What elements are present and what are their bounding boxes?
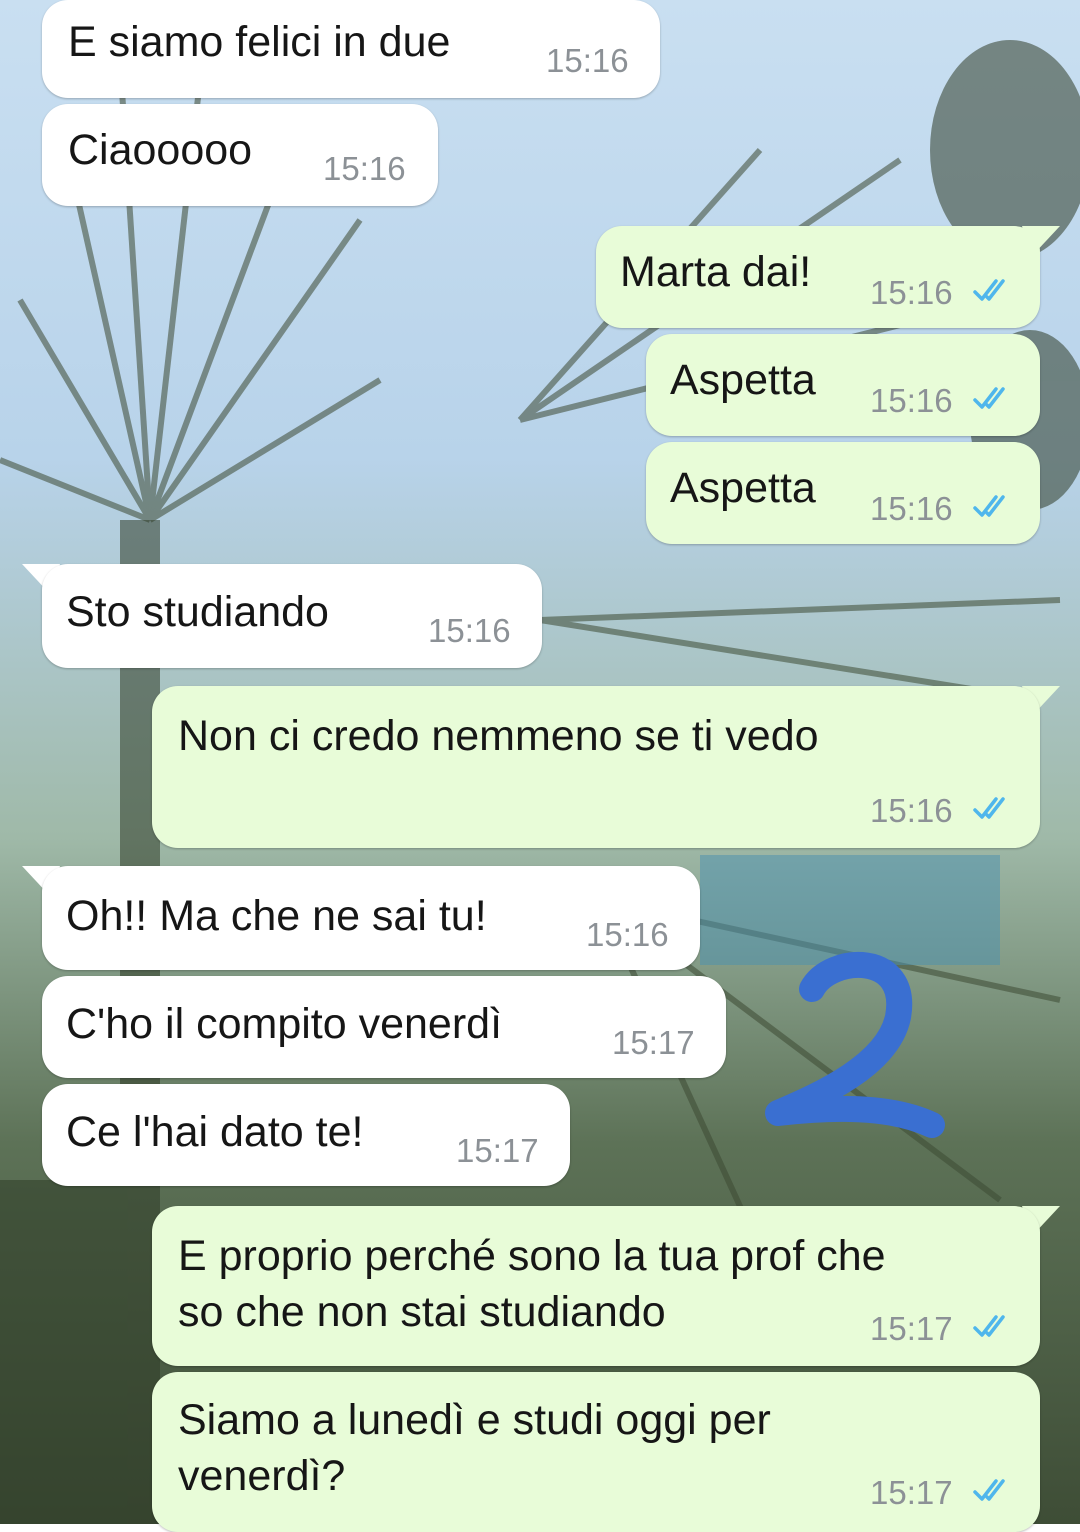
message-text: Aspetta [670, 464, 816, 512]
bubble-tail [1022, 226, 1060, 256]
message-timestamp: 15:16 [870, 792, 953, 829]
message-text-line: venerdì? [178, 1452, 346, 1500]
message-timestamp: 15:16 [586, 916, 669, 953]
message-text: E siamo felici in due [68, 18, 451, 66]
message-timestamp: 15:16 [870, 382, 953, 419]
message-bubble-incoming[interactable]: E siamo felici in due 15:16 [42, 0, 660, 98]
message-text: Ce l'hai dato te! [66, 1108, 364, 1156]
message-bubble-outgoing[interactable]: Siamo a lunedì e studi oggi per venerdì?… [152, 1372, 1040, 1532]
read-receipt-icon [973, 387, 1005, 409]
read-receipt-icon [973, 1479, 1005, 1501]
message-text-line: Siamo a lunedì e studi oggi per [178, 1396, 771, 1444]
message-bubble-outgoing[interactable]: Aspetta 15:16 [646, 334, 1040, 436]
message-text: Marta dai! [620, 248, 812, 296]
message-text: C'ho il compito venerdì [66, 1000, 503, 1048]
message-timestamp: 15:17 [456, 1132, 539, 1169]
message-timestamp: 15:17 [870, 1474, 953, 1511]
message-bubble-incoming[interactable]: Ce l'hai dato te! 15:17 [42, 1084, 570, 1186]
read-receipt-icon [973, 797, 1005, 819]
message-timestamp: 15:16 [428, 612, 511, 649]
message-bubble-incoming[interactable]: Oh!! Ma che ne sai tu! 15:16 [42, 866, 700, 970]
message-bubble-incoming[interactable]: Sto studiando 15:16 [42, 564, 542, 668]
message-timestamp: 15:17 [870, 1310, 953, 1347]
read-receipt-icon [973, 279, 1005, 301]
message-text: Sto studiando [66, 588, 329, 636]
message-bubble-incoming[interactable]: C'ho il compito venerdì 15:17 [42, 976, 726, 1078]
message-timestamp: 15:16 [323, 150, 406, 187]
read-receipt-icon [973, 495, 1005, 517]
message-timestamp: 15:16 [546, 42, 629, 79]
message-text: Non ci credo nemmeno se ti vedo [178, 712, 819, 760]
handwritten-number-annotation [765, 951, 945, 1138]
message-text: Ciaooooo [68, 126, 253, 174]
message-bubble-outgoing[interactable]: Non ci credo nemmeno se ti vedo 15:16 [152, 686, 1040, 848]
message-bubble-incoming[interactable]: Ciaooooo 15:16 [42, 104, 438, 206]
message-text-line: E proprio perché sono la tua prof che [178, 1232, 886, 1280]
message-bubble-outgoing[interactable]: E proprio perché sono la tua prof che so… [152, 1206, 1040, 1366]
message-bubble-outgoing[interactable]: Marta dai! 15:16 [596, 226, 1040, 328]
read-receipt-icon [973, 1315, 1005, 1337]
message-text: Oh!! Ma che ne sai tu! [66, 892, 487, 940]
message-timestamp: 15:17 [612, 1024, 695, 1061]
message-text-line: so che non stai studiando [178, 1288, 666, 1336]
message-bubble-outgoing[interactable]: Aspetta 15:16 [646, 442, 1040, 544]
message-timestamp: 15:16 [870, 274, 953, 311]
message-text: Aspetta [670, 356, 816, 404]
message-timestamp: 15:16 [870, 490, 953, 527]
